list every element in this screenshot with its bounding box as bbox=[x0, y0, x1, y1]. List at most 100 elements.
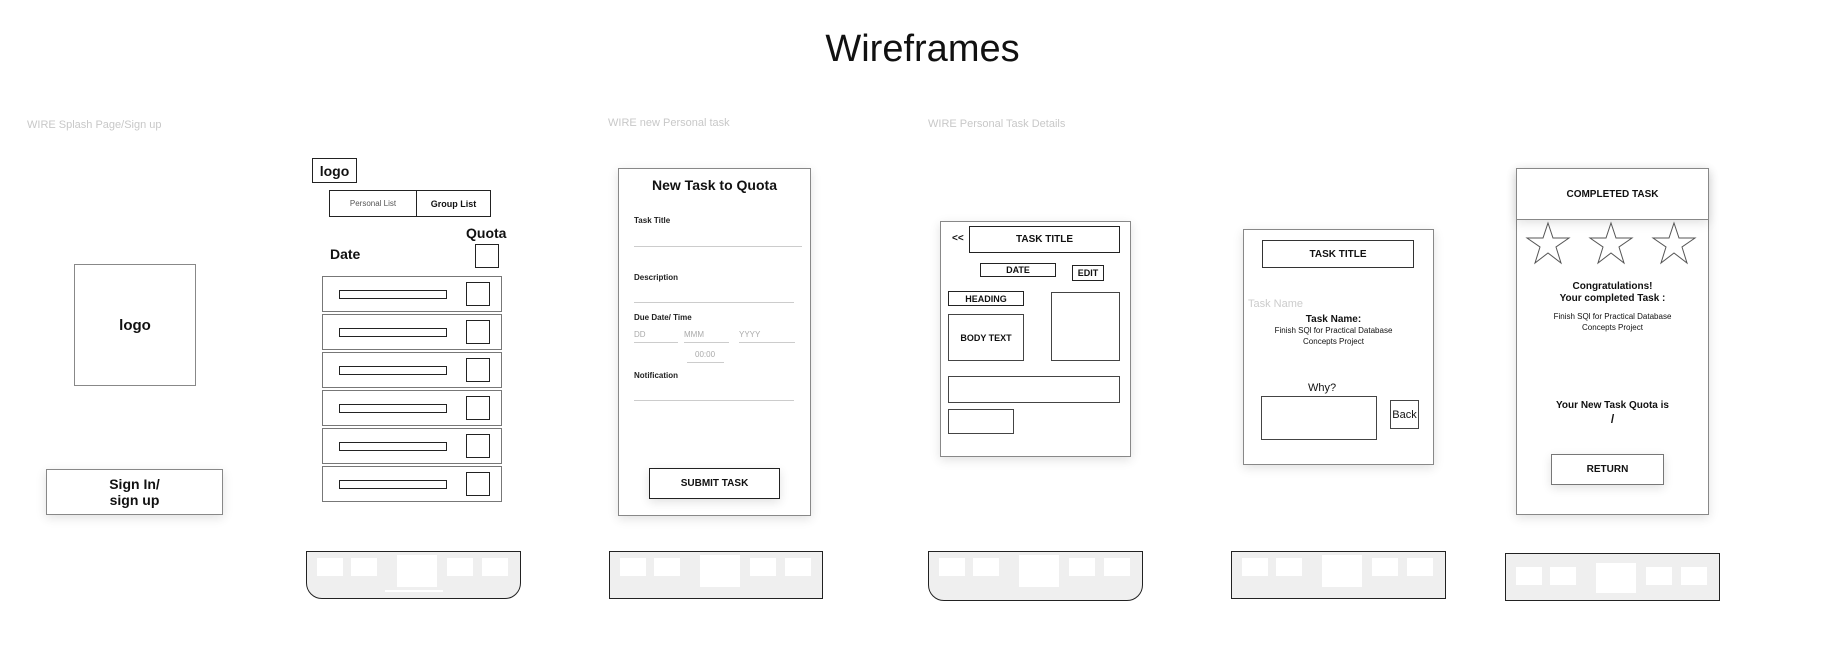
why-task-name-value-2: Concepts Project bbox=[1303, 337, 1364, 346]
time-field-line bbox=[687, 362, 724, 363]
day-field[interactable]: DD bbox=[634, 330, 646, 339]
task-row-checkbox[interactable] bbox=[466, 396, 490, 420]
details-image-placeholder bbox=[1051, 292, 1120, 361]
task-row-checkbox[interactable] bbox=[466, 358, 490, 382]
description-input[interactable] bbox=[634, 302, 794, 303]
splash-logo-text: logo bbox=[119, 316, 151, 334]
bottom-nav-new-task bbox=[609, 551, 823, 599]
task-row-checkbox[interactable] bbox=[466, 282, 490, 306]
details-task-title: TASK TITLE bbox=[969, 226, 1120, 253]
star-icon[interactable] bbox=[1588, 221, 1634, 265]
nav-item[interactable] bbox=[654, 558, 680, 576]
why-task-name-placeholder: Task Name bbox=[1248, 298, 1304, 310]
nav-item[interactable] bbox=[1516, 567, 1542, 585]
why-input[interactable] bbox=[1261, 396, 1377, 440]
task-row-text-placeholder bbox=[339, 480, 447, 489]
nav-item[interactable] bbox=[1646, 567, 1672, 585]
new-quota-text: Your New Task Quota is bbox=[1556, 400, 1669, 411]
completed-stars bbox=[1525, 221, 1697, 265]
nav-item[interactable] bbox=[750, 558, 776, 576]
splash-logo-box: logo bbox=[74, 264, 196, 386]
nav-item[interactable] bbox=[939, 558, 965, 576]
star-icon[interactable] bbox=[1525, 221, 1571, 265]
task-row[interactable] bbox=[322, 428, 502, 464]
nav-item[interactable] bbox=[1681, 567, 1707, 585]
tab-group-list[interactable]: Group List bbox=[416, 190, 491, 217]
frame-label-details: WIRE Personal Task Details bbox=[928, 118, 1066, 130]
nav-item-center[interactable] bbox=[1019, 555, 1059, 587]
nav-item[interactable] bbox=[482, 558, 508, 576]
nav-item[interactable] bbox=[620, 558, 646, 576]
description-label: Description bbox=[634, 273, 679, 282]
task-row-text-placeholder bbox=[339, 328, 447, 337]
star-icon[interactable] bbox=[1651, 221, 1697, 265]
why-label: Why? bbox=[1308, 382, 1337, 394]
signin-line-1: Sign In/ bbox=[109, 476, 160, 492]
nav-item[interactable] bbox=[1104, 558, 1130, 576]
nav-item[interactable] bbox=[1069, 558, 1095, 576]
list-logo: logo bbox=[312, 158, 357, 183]
completed-header: COMPLETED TASK bbox=[1516, 168, 1709, 220]
why-back-button[interactable]: Back bbox=[1390, 400, 1419, 429]
completed-task-line-2: Concepts Project bbox=[1582, 323, 1643, 332]
nav-item[interactable] bbox=[973, 558, 999, 576]
year-field[interactable]: YYYY bbox=[739, 330, 760, 339]
frame-label-splash: WIRE Splash Page/Sign up bbox=[27, 119, 162, 131]
nav-item-center[interactable] bbox=[1596, 563, 1636, 593]
bottom-nav-why bbox=[1231, 551, 1446, 599]
why-task-title: TASK TITLE bbox=[1262, 240, 1414, 268]
submit-task-button[interactable]: SUBMIT TASK bbox=[649, 468, 780, 499]
nav-item-center[interactable] bbox=[700, 555, 740, 587]
task-row[interactable] bbox=[322, 352, 502, 388]
nav-item[interactable] bbox=[351, 558, 377, 576]
nav-item[interactable] bbox=[447, 558, 473, 576]
task-row[interactable] bbox=[322, 390, 502, 426]
nav-item[interactable] bbox=[1550, 567, 1576, 585]
task-title-input[interactable] bbox=[634, 246, 802, 247]
task-row-text-placeholder bbox=[339, 366, 447, 375]
your-completed-text: Your completed Task : bbox=[1559, 293, 1666, 304]
nav-item[interactable] bbox=[785, 558, 811, 576]
task-row-text-placeholder bbox=[339, 442, 447, 451]
details-heading: HEADING bbox=[948, 291, 1024, 306]
new-quota-value: / bbox=[1610, 412, 1615, 426]
completed-task-line-1: Finish SQl for Practical Database bbox=[1553, 312, 1672, 321]
quota-checkbox[interactable] bbox=[475, 244, 499, 268]
quota-label: Quota bbox=[466, 225, 507, 241]
notification-label: Notification bbox=[634, 371, 678, 380]
why-task-name-label: Task Name: bbox=[1305, 314, 1362, 325]
details-edit-button[interactable]: EDIT bbox=[1072, 265, 1104, 281]
signin-button[interactable]: Sign In/ sign up bbox=[46, 469, 223, 515]
task-row-checkbox[interactable] bbox=[466, 472, 490, 496]
details-small-field bbox=[948, 409, 1014, 434]
task-row-checkbox[interactable] bbox=[466, 434, 490, 458]
details-wide-field bbox=[948, 376, 1120, 403]
bottom-nav-details bbox=[928, 551, 1143, 601]
task-row[interactable] bbox=[322, 276, 502, 312]
task-row-checkbox[interactable] bbox=[466, 320, 490, 344]
nav-item[interactable] bbox=[1372, 558, 1398, 576]
home-indicator bbox=[385, 590, 443, 592]
return-button[interactable]: RETURN bbox=[1551, 454, 1664, 485]
nav-item[interactable] bbox=[1242, 558, 1268, 576]
nav-item-center[interactable] bbox=[1322, 555, 1362, 587]
notification-input[interactable] bbox=[634, 400, 794, 401]
due-date-label: Due Date/ Time bbox=[634, 313, 692, 322]
nav-item[interactable] bbox=[1276, 558, 1302, 576]
bottom-nav-completed bbox=[1505, 553, 1720, 601]
month-field-line bbox=[684, 342, 729, 343]
details-body-text: BODY TEXT bbox=[948, 314, 1024, 361]
task-row[interactable] bbox=[322, 466, 502, 502]
page-title: Wireframes bbox=[825, 28, 1020, 70]
day-field-line bbox=[634, 342, 678, 343]
nav-item[interactable] bbox=[1407, 558, 1433, 576]
task-title-label: Task Title bbox=[634, 216, 671, 225]
nav-item-center[interactable] bbox=[397, 555, 437, 587]
task-row[interactable] bbox=[322, 314, 502, 350]
nav-item[interactable] bbox=[317, 558, 343, 576]
task-row-text-placeholder bbox=[339, 404, 447, 413]
tab-personal-list[interactable]: Personal List bbox=[329, 190, 417, 217]
details-back-button[interactable]: << bbox=[952, 233, 964, 244]
time-field[interactable]: 00:00 bbox=[695, 350, 715, 359]
month-field[interactable]: MMM bbox=[684, 330, 704, 339]
